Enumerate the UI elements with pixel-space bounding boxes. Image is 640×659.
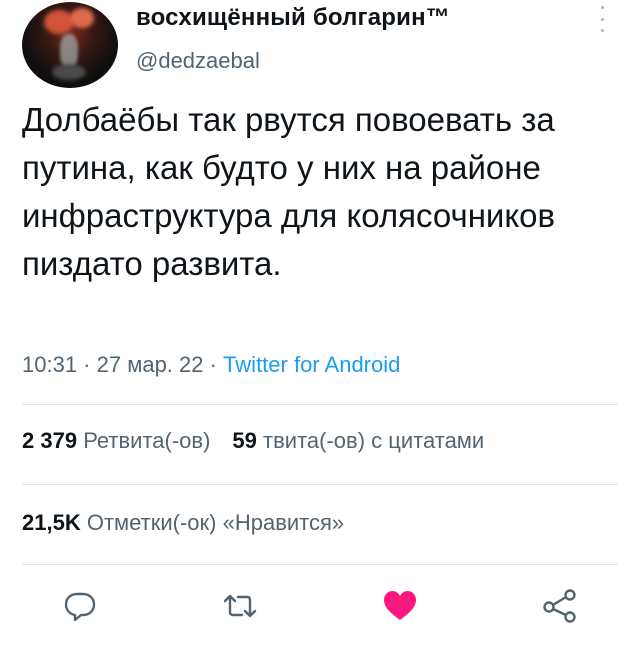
tweet-text: Долбаёбы так рвутся повоевать за путина,… (22, 101, 556, 282)
divider (22, 404, 618, 405)
retweets-link[interactable]: 2 379 Ретвита(-ов) (22, 428, 210, 453)
likes-count: 21,5K (22, 510, 81, 535)
retweets-label: Ретвита(-ов) (83, 428, 211, 453)
like-button[interactable] (382, 588, 418, 624)
likes-label: Отметки(-ок) «Нравится» (86, 510, 345, 535)
share-button[interactable] (542, 588, 578, 624)
divider (22, 564, 618, 565)
meta-separator: · (77, 352, 97, 377)
reply-button[interactable] (62, 588, 98, 624)
quotes-label: твита(-ов) с цитатами (263, 428, 485, 453)
user-handle[interactable]: @dedzaebal (136, 48, 260, 74)
retweet-button[interactable] (222, 588, 258, 624)
quotes-link[interactable]: 59 твита(-ов) с цитатами (232, 428, 484, 453)
retweet-stats: 2 379 Ретвита(-ов) 59 твита(-ов) с цитата… (22, 428, 484, 454)
divider (22, 484, 618, 485)
tweet-source-link[interactable]: Twitter for Android (223, 352, 400, 377)
meta-separator: · (203, 352, 224, 377)
likes-stats[interactable]: 21,5K Отметки(-ок) «Нравится» (22, 510, 344, 536)
reply-icon (64, 592, 96, 622)
tweet-meta: 10:31 · 27 мар. 22 · Twitter for Android (22, 352, 400, 378)
heart-icon (384, 591, 416, 620)
display-name[interactable]: восхищённый болгарин™ (136, 4, 450, 32)
action-bar (0, 588, 640, 624)
avatar[interactable] (22, 2, 118, 88)
share-icon (543, 589, 576, 623)
quotes-count: 59 (232, 428, 257, 453)
retweets-count: 2 379 (22, 428, 78, 453)
more-options-icon[interactable] (596, 6, 608, 32)
tweet-date: 27 мар. 22 (96, 352, 204, 377)
tweet-time: 10:31 (22, 352, 78, 377)
retweet-icon (223, 594, 257, 618)
